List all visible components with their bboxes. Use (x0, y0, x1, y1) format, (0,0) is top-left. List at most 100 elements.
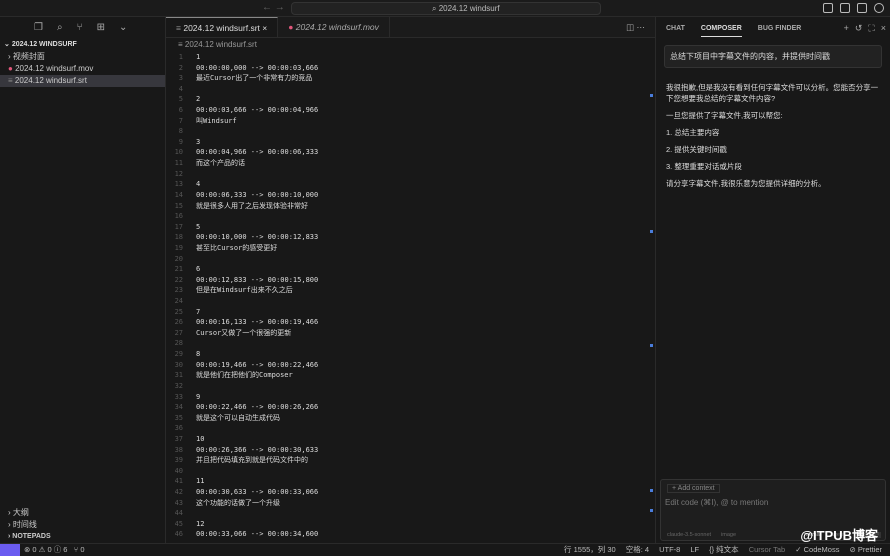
code-line[interactable]: 15 就是很多人用了之后发现体验非常好 (166, 201, 655, 212)
composer-placeholder[interactable]: Edit code (⌘I), @ to mention (665, 498, 768, 507)
back-button[interactable]: ← (262, 2, 272, 13)
tab-label: 2024.12 windsurf.mov (295, 22, 379, 32)
code-line[interactable]: 21 6 (166, 264, 655, 275)
item-label: 视频封面 (12, 52, 45, 61)
code-line[interactable]: 34 00:00:22,466 --> 00:00:26,266 (166, 402, 655, 413)
code-line[interactable]: 29 8 (166, 349, 655, 360)
code-line[interactable]: 37 10 (166, 434, 655, 445)
search-icon[interactable]: ⌕ (57, 22, 63, 39)
remote-button[interactable] (0, 544, 20, 556)
code-line[interactable]: 23 但是在Windsurf出来不久之后 (166, 285, 655, 296)
code-line[interactable]: 26 00:00:16,133 --> 00:00:19,466 (166, 317, 655, 328)
expand-icon[interactable]: ⛶ (868, 23, 874, 34)
code-area[interactable]: 1 1 2 00:00:00,000 --> 00:00:03,666 3 最近Curso… (166, 52, 655, 540)
tab-chat[interactable]: CHAT (666, 17, 685, 41)
close-icon[interactable]: × (262, 23, 267, 33)
add-context-button[interactable]: + Add context (667, 484, 720, 493)
code-line[interactable]: 43 这个功能的话做了一个升级 (166, 498, 655, 509)
history-icon[interactable]: ↺ (855, 23, 863, 34)
notepads-section[interactable]: › NOTEPADS (0, 531, 165, 543)
chevron-down-icon[interactable]: ⌄ (119, 22, 127, 39)
code-line[interactable]: 7 叫Windsurf (166, 116, 655, 127)
code-line[interactable]: 30 00:00:19,466 --> 00:00:22,466 (166, 360, 655, 371)
code-line[interactable]: 8 (166, 126, 655, 137)
code-line[interactable]: 4 (166, 84, 655, 95)
tab-mov[interactable]: ● 2024.12 windsurf.mov (278, 17, 390, 37)
image-button[interactable]: image (721, 532, 736, 538)
tab-composer[interactable]: COMPOSER (700, 17, 742, 37)
code-line[interactable]: 12 (166, 169, 655, 180)
tab-srt[interactable]: ≡ 2024.12 windsurf.srt × (166, 17, 279, 37)
code-line[interactable]: 42 00:00:30,633 --> 00:00:33,066 (166, 487, 655, 498)
code-line[interactable]: 3 最近Cursor出了一个非常有力的竞品 (166, 73, 655, 84)
code-line[interactable]: 32 (166, 381, 655, 392)
code-line[interactable]: 14 00:00:06,333 --> 00:00:10,000 (166, 190, 655, 201)
tree-item-srt[interactable]: ≡ 2024.12 windsurf.srt (0, 75, 165, 87)
command-search[interactable]: ⌕ 2024.12 windsurf (291, 2, 601, 15)
nav-buttons[interactable]: ← → (262, 2, 285, 13)
line-number: 32 (174, 381, 183, 390)
source-control-icon[interactable]: ⑂ (77, 22, 83, 39)
code-line[interactable]: 10 00:00:04,966 --> 00:00:06,333 (166, 147, 655, 158)
code-line[interactable]: 93 (166, 137, 655, 148)
language-mode[interactable]: {} 纯文本 (709, 544, 739, 555)
code-line[interactable]: 22 00:00:12,833 --> 00:00:15,800 (166, 275, 655, 286)
tab-bug-finder[interactable]: BUG FINDER (758, 17, 802, 41)
code-line[interactable]: 27 Cursor又做了一个很强的更新 (166, 328, 655, 339)
code-line[interactable]: 17 5 (166, 222, 655, 233)
line-text: 但是在Windsurf出来不久之后 (196, 286, 293, 295)
code-line[interactable]: 40 (166, 466, 655, 477)
prettier[interactable]: ⊘ Prettier (849, 544, 882, 555)
problems-indicator[interactable]: ⊗ 0 ⚠ 0 ⓘ 6 ⑂ 0 (24, 544, 84, 555)
outline-section[interactable]: › 大纲 (0, 507, 165, 519)
settings-icon[interactable] (874, 3, 884, 13)
code-line[interactable]: 11 (166, 52, 655, 63)
code-line[interactable]: 25 7 (166, 307, 655, 318)
codemoss[interactable]: ✓ CodeMoss (795, 544, 839, 555)
code-line[interactable]: 31 就是他们在把他们的Composer (166, 370, 655, 381)
eol[interactable]: LF (690, 544, 699, 555)
indentation[interactable]: 空格: 4 (626, 544, 649, 555)
code-line[interactable]: 35 就是这个可以自动生成代码 (166, 413, 655, 424)
split-editor-icon[interactable]: ◫ ⋯ (616, 17, 655, 37)
code-line[interactable]: 41 11 (166, 476, 655, 487)
toggle-aux-icon[interactable] (857, 3, 867, 13)
encoding[interactable]: UTF-8 (659, 544, 680, 555)
tree-item-mov[interactable]: ● 2024.12 windsurf.mov (0, 63, 165, 75)
code-line[interactable]: 45 12 (166, 519, 655, 530)
code-line[interactable]: 24 (166, 296, 655, 307)
line-text: 3 (196, 137, 201, 146)
code-line[interactable]: 39 并且把代码填充到就是代码文件中的 (166, 455, 655, 466)
code-line[interactable]: 44 (166, 508, 655, 519)
explorer-icon[interactable]: ❐ (34, 22, 43, 39)
forward-button[interactable]: → (275, 2, 285, 13)
toggle-panel-icon[interactable] (840, 3, 850, 13)
scroll-marker (650, 94, 653, 97)
code-line[interactable]: 28 (166, 338, 655, 349)
toggle-sidebar-icon[interactable] (823, 3, 833, 13)
code-line[interactable]: 11 而这个产品的话 (166, 158, 655, 169)
tree-item-folder[interactable]: › 视频封面 (0, 51, 165, 63)
code-line[interactable]: 38 00:00:26,366 --> 00:00:30,633 (166, 445, 655, 456)
answer-text: 1. 总结主要内容 (666, 128, 720, 137)
code-line[interactable]: 20 (166, 254, 655, 265)
code-line[interactable]: 33 9 (166, 392, 655, 403)
model-select[interactable]: claude-3.5-sonnet (667, 532, 711, 538)
extensions-icon[interactable]: ⊞ (97, 22, 105, 39)
cursor-position[interactable]: 行 1555，列 30 (564, 544, 616, 555)
breadcrumb[interactable]: ≡ 2024.12 windsurf.srt (166, 38, 655, 52)
code-line[interactable]: 19 甚至比Cursor的感受更好 (166, 243, 655, 254)
add-icon[interactable]: + (844, 23, 849, 34)
code-line[interactable]: 13 4 (166, 179, 655, 190)
code-line[interactable]: 36 (166, 423, 655, 434)
code-line[interactable]: 2 00:00:00,000 --> 00:00:03,666 (166, 63, 655, 74)
code-line[interactable]: 6 00:00:03,666 --> 00:00:04,966 (166, 105, 655, 116)
close-icon[interactable]: × (881, 23, 886, 34)
folder-root[interactable]: ⌄ 2024.12 WINDSURF (0, 39, 165, 51)
code-line[interactable]: 18 00:00:10,000 --> 00:00:12,833 (166, 232, 655, 243)
code-line[interactable]: 16 (166, 211, 655, 222)
code-line[interactable]: 52 (166, 94, 655, 105)
code-line[interactable]: 46 00:00:33,066 --> 00:00:34,600 (166, 529, 655, 540)
cursor-tab[interactable]: Cursor Tab (749, 544, 786, 555)
timeline-section[interactable]: › 时间线 (0, 519, 165, 531)
